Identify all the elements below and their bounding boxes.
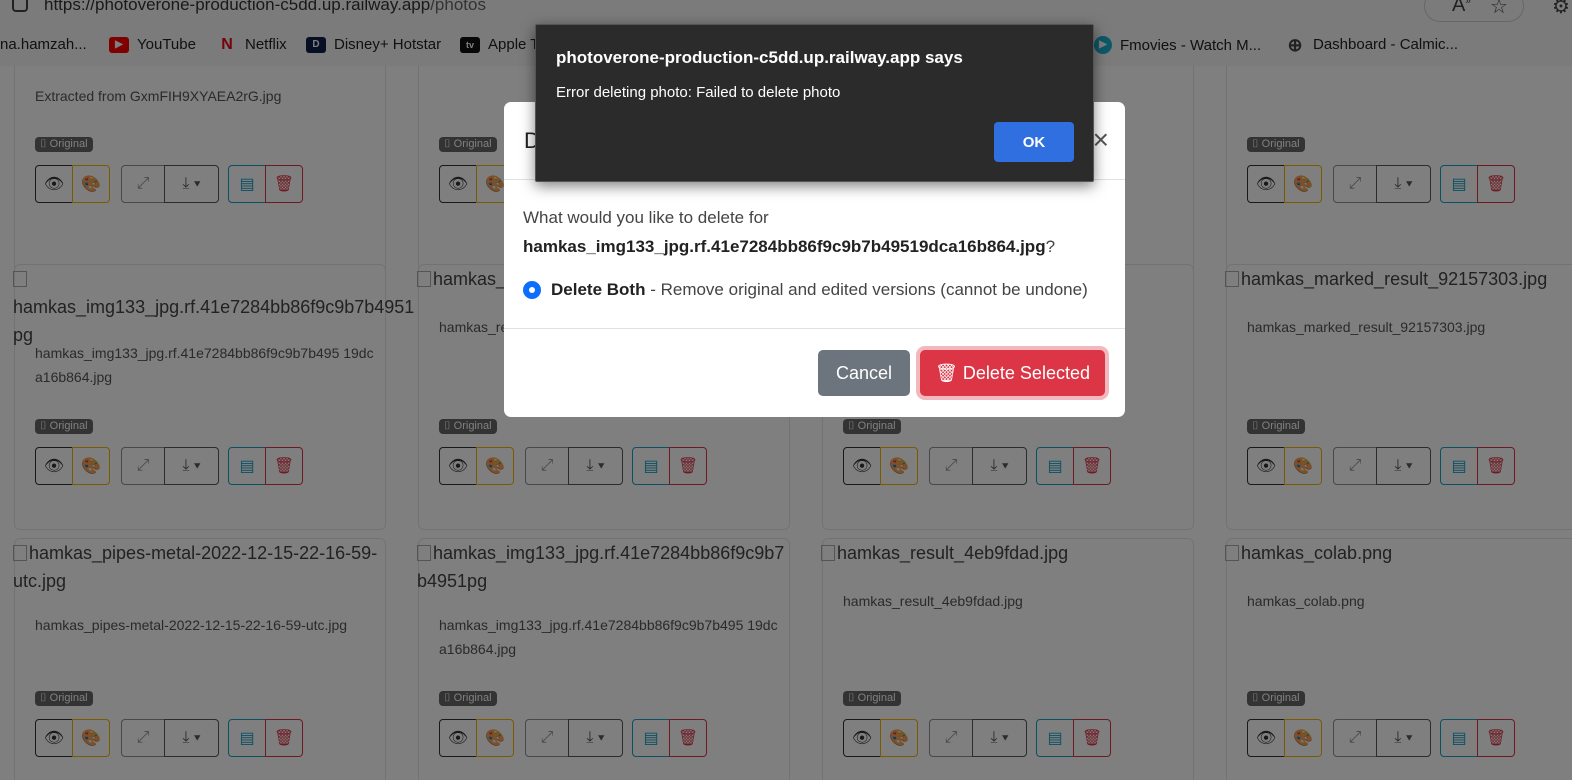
close-icon[interactable]: × xyxy=(1093,124,1109,156)
delete-question: What would you like to delete for hamkas… xyxy=(523,203,1113,261)
option-description: - Remove original and edited versions (c… xyxy=(650,280,1088,299)
target-filename: hamkas_img133_jpg.rf.41e7284bb86f9c9b7b4… xyxy=(523,237,1046,256)
modal-footer: Cancel 🗑 Delete Selected xyxy=(504,328,1125,417)
delete-both-radio[interactable] xyxy=(523,281,541,299)
delete-selected-label: Delete Selected xyxy=(962,362,1090,383)
alert-message: Error deleting photo: Failed to delete p… xyxy=(556,84,841,101)
question-suffix: ? xyxy=(1045,237,1056,256)
trash-icon: 🗑 xyxy=(935,362,958,383)
question-prefix: What would you like to delete for xyxy=(523,208,769,227)
delete-both-option[interactable]: Delete Both - Remove original and edited… xyxy=(523,280,1088,300)
option-label: Delete Both xyxy=(551,280,646,299)
alert-title: photoverone-production-c5dd.up.railway.a… xyxy=(556,48,963,67)
alert-ok-button[interactable]: OK xyxy=(994,122,1074,162)
browser-alert-dialog: photoverone-production-c5dd.up.railway.a… xyxy=(535,24,1094,182)
cancel-button[interactable]: Cancel xyxy=(818,350,910,396)
delete-selected-button[interactable]: 🗑 Delete Selected xyxy=(920,350,1105,396)
